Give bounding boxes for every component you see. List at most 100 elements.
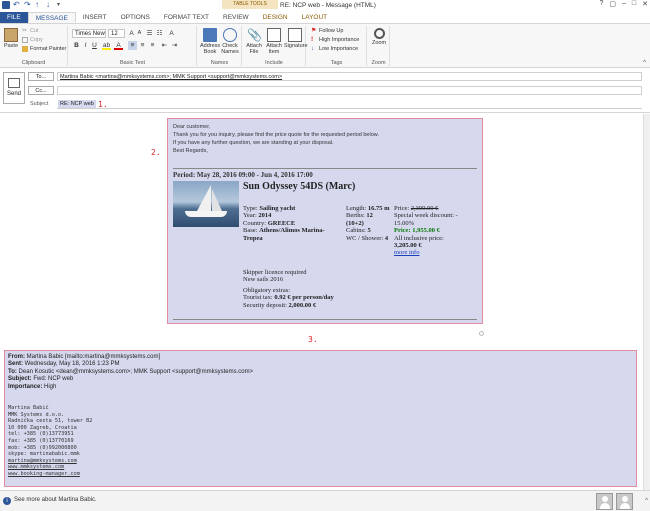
align-center-icon[interactable]: ≡ [138,41,147,50]
fwd-importance-label: Importance: [8,383,43,390]
tab-format-text[interactable]: FORMAT TEXT [157,12,216,23]
address-book-button[interactable]: Address Book [200,28,220,55]
fwd-from: From: Martina Babic [mailto:martina@mmks… [8,354,633,361]
up-arrow-icon[interactable]: ↑ [35,1,43,9]
person-icon-body [620,503,630,509]
tab-design[interactable]: DESIGN [256,12,295,23]
close-button[interactable]: ✕ [642,0,648,8]
attach-item-icon [267,28,281,42]
clipboard-group-label: Clipboard [21,60,46,66]
cc-field[interactable] [57,86,642,95]
bullets-icon[interactable]: ☰ [145,29,154,38]
people-pane-bar: i See more about Martina Babic. ^ [0,490,650,511]
zoom-button[interactable]: Zoom [369,28,389,46]
vertical-scrollbar[interactable] [643,114,650,490]
redo-icon[interactable]: ↷ [24,1,32,9]
expand-pane-icon[interactable]: ^ [645,498,648,504]
collapse-ribbon-icon[interactable]: ^ [643,60,646,66]
boat-specs-left: Type: Sailing yacht Year: 2014 Country: … [243,205,343,242]
boat-name: Sun Odyssey 54DS (Marc) [243,181,356,192]
final-price: Price: 1,955.00 € [394,227,440,235]
undo-icon[interactable]: ↶ [13,1,21,9]
more-info-link[interactable]: more info [394,249,419,256]
tab-options[interactable]: OPTIONS [114,12,157,23]
cut-button[interactable]: ✂ Cut [22,28,39,34]
contact-avatar[interactable] [616,493,633,510]
tab-file[interactable]: FILE [0,12,28,23]
tab-message[interactable]: MESSAGE [27,12,76,23]
help-button[interactable]: ? [599,0,603,8]
window-title: RE: NCP web - Message (HTML) [280,2,376,9]
to-field[interactable]: Martina Babic <martina@mmksystems.com>; … [57,72,642,81]
attach-file-button[interactable]: 📎 Attach File [244,28,264,55]
sail-shape [212,189,222,211]
zoom-label: Zoom [371,40,387,46]
attach-item-button[interactable]: Attach Item [264,28,284,55]
italic-icon[interactable]: I [81,41,90,50]
signature-line: Radnička cesta 51, tower B2 [8,418,93,425]
to-button[interactable]: To... [28,72,54,81]
align-right-icon[interactable]: ≡ [148,41,157,50]
paste-button[interactable]: Paste [3,28,19,49]
sail-shape [197,185,211,211]
message-body[interactable]: Dear customer, Thank you for you inquiry… [0,114,650,490]
highlight-icon[interactable]: ab [102,41,111,50]
ribbon: Paste ✂ Cut Copy Format Painter Clipboar… [0,24,650,68]
clear-format-icon[interactable]: A [167,29,176,38]
copy-button[interactable]: Copy [22,37,43,43]
format-painter-label: Format Painter [30,46,67,52]
tab-layout[interactable]: LAYOUT [295,12,335,23]
low-importance-button[interactable]: ↓ Low Importance [311,46,358,52]
table-resize-handle-icon[interactable] [479,331,484,336]
increase-indent-icon[interactable]: ⇥ [170,41,179,50]
align-left-icon[interactable]: ≡ [128,41,137,50]
copy-label: Copy [30,37,43,43]
quick-access-toolbar: ↶ ↷ ↑ ↓ ▾ [2,1,65,9]
fwd-importance-value: High [42,383,57,390]
save-icon[interactable] [2,1,10,9]
font-name-dropdown[interactable]: Times New [72,29,106,38]
flag-icon: ⚑ [311,28,317,34]
minimize-button[interactable]: – [622,0,626,8]
shrink-font-icon[interactable]: A [135,29,144,38]
follow-up-button[interactable]: ⚑ Follow Up [311,28,343,34]
send-button[interactable]: Send [3,72,25,104]
see-more-link[interactable]: See more about Martina Babic. [14,497,97,503]
tab-insert[interactable]: INSERT [76,12,114,23]
special-discount: Special week discount: - 15.00% [394,212,458,227]
fwd-subject: Subject: Fwd: NCP web [8,376,633,383]
bold-icon[interactable]: B [72,41,81,50]
format-painter-button[interactable]: Format Painter [22,46,66,52]
signature-line: mob: +385 (0)992000800 [8,444,77,451]
down-arrow-blue-icon: ↓ [311,46,314,52]
contact-avatar[interactable] [596,493,613,510]
boat-specs-middle: Length: 16.75 m Berths: 12 (10+2) Cabins… [346,205,392,242]
signature-booking-link[interactable]: www.booking-manager.com [8,471,633,478]
wc-label: WC / Shower: [346,234,384,242]
quote-divider-top [173,168,477,169]
table-tools-label: TABLE TOOLS [222,0,278,9]
signature-website-link[interactable]: www.mmksystems.com [8,464,633,471]
intro-line: If you have any further question, we are… [173,140,334,146]
tab-review[interactable]: REVIEW [216,12,256,23]
font-size-dropdown[interactable]: 12 [108,29,125,38]
decrease-indent-icon[interactable]: ⇤ [160,41,169,50]
signature-email-link[interactable]: martina@mmksystems.com [8,458,633,465]
subject-field[interactable]: RE: NCP web [57,100,642,109]
low-importance-label: Low Importance [319,46,359,52]
numbering-icon[interactable]: ☷ [155,29,164,38]
cc-button[interactable]: Cc... [28,86,54,95]
signature-line: skype: martinababic.mmk [8,451,80,458]
signature-button[interactable]: Signature [284,28,308,49]
underline-icon[interactable]: U [90,41,99,50]
quote-intro: Dear customer, Thank you for you inquiry… [173,123,477,155]
high-importance-button[interactable]: ! High Importance [311,36,359,43]
signature-line: 10 000 Zagreb, Croatia [8,424,77,431]
fwd-to-value: Dean Kosutic <dean@mmksystems.com>; MMK … [16,368,254,375]
ribbon-display-button[interactable]: ▢ [609,0,616,8]
maximize-button[interactable]: □ [632,0,636,8]
down-arrow-icon[interactable]: ↓ [46,1,54,9]
customize-qat-icon[interactable]: ▾ [57,1,65,9]
check-names-button[interactable]: Check Names [220,28,240,55]
font-color-icon[interactable]: A [114,41,123,50]
